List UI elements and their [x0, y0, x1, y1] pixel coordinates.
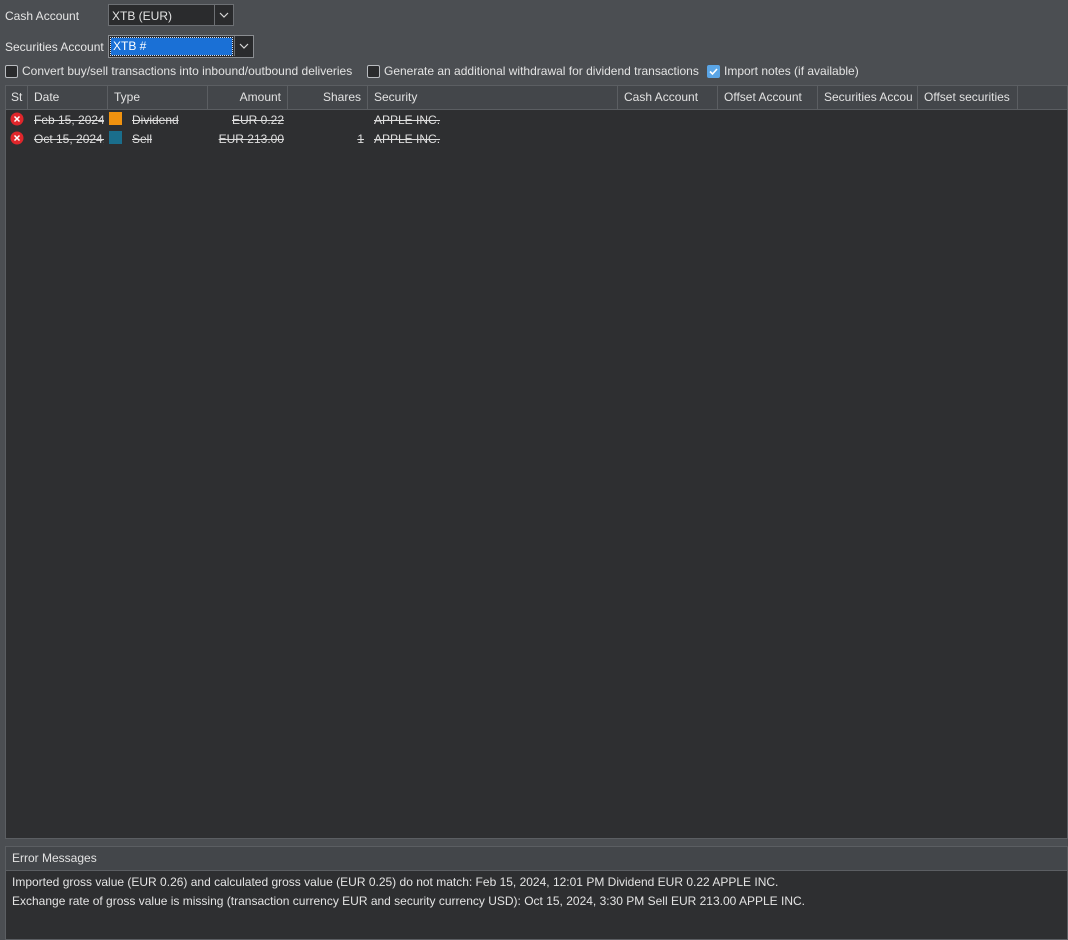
column-header-cash-account[interactable]: Cash Account — [618, 86, 718, 109]
cash-account-value: XTB (EUR) — [112, 9, 172, 23]
table-row[interactable]: Feb 15, 2024, Dividend EUR 0.22 APPLE IN… — [6, 110, 1067, 129]
column-header-security[interactable]: Security — [368, 86, 618, 109]
row-amount: EUR 0.22 — [231, 113, 284, 127]
transactions-table[interactable]: St Date Type Amount Shares Security Cash… — [5, 85, 1068, 839]
row-shares: 1 — [357, 132, 364, 146]
checkbox-box-checked[interactable] — [707, 64, 720, 78]
checkbox-box[interactable] — [367, 64, 380, 78]
column-header-offset-account[interactable]: Offset Account — [718, 86, 818, 109]
cash-account-select[interactable]: XTB (EUR) — [108, 4, 234, 26]
error-message: Imported gross value (EUR 0.26) and calc… — [12, 875, 779, 889]
error-circle-icon — [10, 131, 24, 145]
checkmark-icon — [709, 67, 718, 75]
convert-deliveries-label: Convert buy/sell transactions into inbou… — [22, 64, 353, 78]
column-header-date[interactable]: Date — [28, 86, 108, 109]
column-header-shares[interactable]: Shares — [288, 86, 368, 109]
column-header-securities-account[interactable]: Securities Accou — [818, 86, 918, 109]
column-header-offset-securities[interactable]: Offset securities — [918, 86, 1018, 109]
securities-account-select[interactable]: XTB # — [108, 35, 254, 58]
import-notes-label: Import notes (if available) — [724, 64, 859, 78]
row-security: APPLE INC. — [374, 132, 441, 146]
chevron-down-icon[interactable] — [214, 5, 233, 25]
additional-withdrawal-checkbox[interactable]: Generate an additional withdrawal for di… — [367, 64, 699, 78]
convert-deliveries-checkbox[interactable]: Convert buy/sell transactions into inbou… — [5, 64, 352, 78]
row-type: Dividend — [132, 113, 179, 127]
dividend-type-icon — [109, 112, 122, 125]
error-circle-icon — [10, 112, 24, 126]
row-date: Feb 15, 2024, — [34, 113, 104, 127]
cash-account-label: Cash Account — [5, 9, 80, 23]
securities-account-value: XTB # — [113, 39, 147, 53]
checkbox-box[interactable] — [5, 64, 18, 78]
column-header-status[interactable]: St — [6, 86, 28, 109]
additional-withdrawal-label: Generate an additional withdrawal for di… — [384, 64, 699, 78]
table-row[interactable]: Oct 15, 2024, Sell EUR 213.00 1 APPLE IN… — [6, 129, 1067, 148]
securities-account-label: Securities Account — [5, 40, 104, 54]
error-message: Exchange rate of gross value is missing … — [12, 894, 806, 908]
error-messages-title: Error Messages — [6, 847, 1067, 871]
sell-type-icon — [109, 131, 122, 144]
error-messages-panel: Error Messages Imported gross value (EUR… — [5, 846, 1068, 940]
row-date: Oct 15, 2024, — [34, 132, 104, 146]
column-header-amount[interactable]: Amount — [208, 86, 288, 109]
column-header-type[interactable]: Type — [108, 86, 208, 109]
row-security: APPLE INC. — [374, 113, 441, 127]
table-header: St Date Type Amount Shares Security Cash… — [6, 86, 1067, 110]
row-type: Sell — [132, 132, 153, 146]
row-amount: EUR 213.00 — [218, 132, 284, 146]
chevron-down-icon[interactable] — [234, 36, 253, 56]
import-notes-checkbox[interactable]: Import notes (if available) — [707, 64, 859, 78]
